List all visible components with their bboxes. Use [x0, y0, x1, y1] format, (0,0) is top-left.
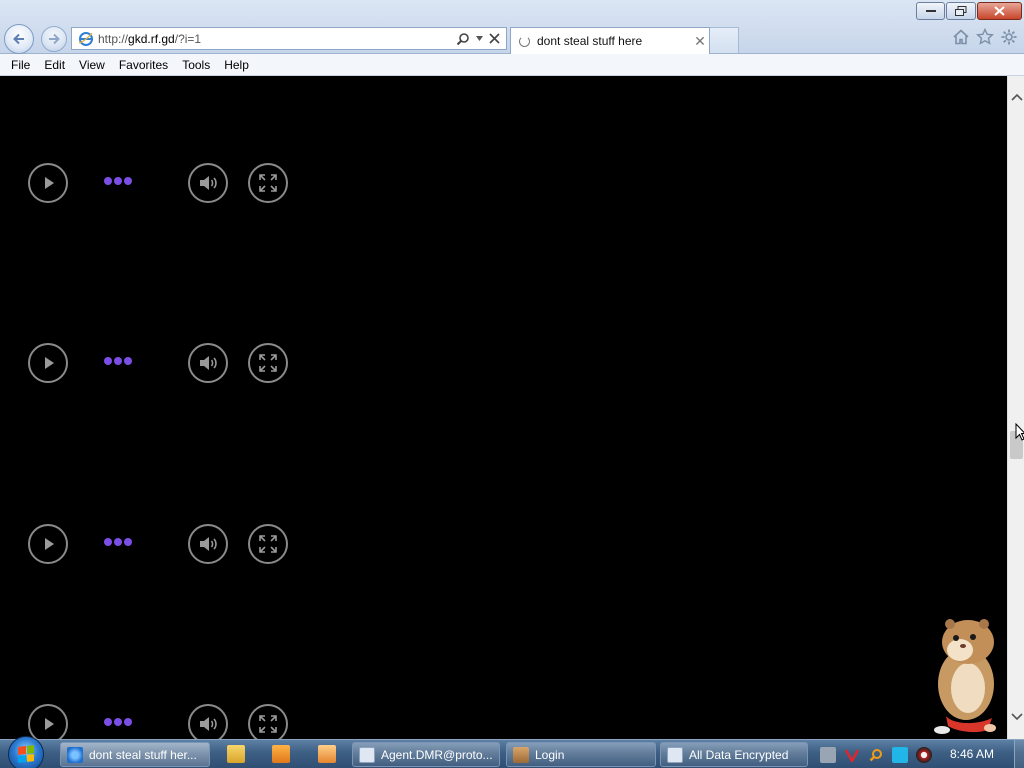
- restore-button[interactable]: [946, 2, 976, 20]
- search-icon[interactable]: [456, 32, 470, 46]
- taskbar-item-label: Agent.DMR@proto...: [381, 747, 493, 762]
- ie-page-icon: [78, 31, 94, 47]
- mouse-cursor-icon: [1015, 423, 1024, 441]
- browser-titlebar: http://gkd.rf.gd/?i=1 dont steal stuff h…: [0, 0, 1024, 54]
- new-tab-button[interactable]: [710, 27, 739, 53]
- app-icon[interactable]: [318, 745, 336, 763]
- back-button[interactable]: [4, 24, 34, 54]
- media-player-icon[interactable]: [272, 745, 290, 763]
- tab-title: dont steal stuff here: [537, 34, 643, 48]
- volume-button[interactable]: [188, 704, 228, 739]
- fullscreen-icon: [259, 354, 277, 372]
- tray-record-icon[interactable]: [916, 746, 932, 763]
- play-icon: [45, 538, 54, 550]
- star-icon[interactable]: [976, 28, 994, 46]
- fullscreen-icon: [259, 715, 277, 733]
- menu-tools[interactable]: Tools: [175, 58, 217, 72]
- chevron-up-icon: [1010, 93, 1023, 101]
- fullscreen-icon: [259, 174, 277, 192]
- play-button[interactable]: [28, 343, 68, 383]
- chevron-down-icon: [1010, 712, 1023, 720]
- tray-app-icon[interactable]: [820, 746, 836, 763]
- dancing-hamster-image: [934, 619, 996, 734]
- menu-help[interactable]: Help: [217, 58, 256, 72]
- video-player-1: [0, 163, 320, 203]
- fullscreen-icon: [259, 535, 277, 553]
- volume-button[interactable]: [188, 163, 228, 203]
- loading-dots-icon: [104, 718, 132, 726]
- show-desktop-button[interactable]: [1014, 740, 1024, 768]
- windows-logo-icon: [18, 745, 34, 763]
- taskbar-item-label: All Data Encrypted: [689, 747, 789, 762]
- tab-close-icon[interactable]: ✕: [691, 33, 709, 50]
- video-player-3: [0, 524, 320, 564]
- menu-favorites[interactable]: Favorites: [112, 58, 175, 72]
- close-window-button[interactable]: [977, 2, 1022, 20]
- start-button[interactable]: [8, 736, 44, 768]
- ie-icon: [67, 746, 83, 763]
- play-button[interactable]: [28, 704, 68, 739]
- gear-icon[interactable]: [1000, 28, 1018, 46]
- window-icon: [359, 746, 375, 763]
- tray-network-icon[interactable]: [892, 746, 908, 763]
- scroll-up-button[interactable]: [1008, 88, 1024, 105]
- forward-arrow-icon: [49, 33, 60, 45]
- fullscreen-button[interactable]: [248, 524, 288, 564]
- play-button[interactable]: [28, 524, 68, 564]
- menu-bar: File Edit View Favorites Tools Help: [0, 54, 1024, 76]
- taskbar-clock[interactable]: 8:46 AM: [950, 747, 994, 761]
- window-icon: [667, 746, 683, 763]
- close-window-icon: [994, 6, 1005, 16]
- video-player-4: [0, 704, 320, 739]
- minimize-icon: [925, 10, 936, 12]
- volume-button[interactable]: [188, 524, 228, 564]
- fullscreen-button[interactable]: [248, 163, 288, 203]
- speaker-icon: [200, 176, 217, 190]
- tray-search-icon[interactable]: [868, 747, 884, 763]
- back-arrow-icon: [13, 33, 24, 45]
- window-controls: [915, 2, 1022, 20]
- forward-button[interactable]: [41, 26, 67, 52]
- speaker-icon: [200, 537, 217, 551]
- minimize-button[interactable]: [916, 2, 945, 20]
- folder-icon[interactable]: [227, 745, 245, 763]
- tray-v-icon[interactable]: [844, 747, 860, 763]
- address-url[interactable]: http://gkd.rf.gd/?i=1: [98, 32, 456, 46]
- volume-button[interactable]: [188, 343, 228, 383]
- taskbar-item-agent[interactable]: Agent.DMR@proto...: [352, 742, 500, 767]
- fullscreen-button[interactable]: [248, 343, 288, 383]
- menu-view[interactable]: View: [72, 58, 112, 72]
- page-viewport: [0, 76, 1007, 739]
- app-icon: [513, 746, 529, 763]
- speaker-icon: [200, 717, 217, 731]
- dropdown-arrow-icon[interactable]: [476, 36, 483, 41]
- fullscreen-button[interactable]: [248, 704, 288, 739]
- address-bar[interactable]: http://gkd.rf.gd/?i=1: [71, 27, 507, 50]
- windows-taskbar: dont steal stuff her... Agent.DMR@proto.…: [0, 736, 1024, 768]
- loading-dots-icon: [104, 538, 132, 546]
- play-button[interactable]: [28, 163, 68, 203]
- taskbar-item-login[interactable]: Login: [506, 742, 656, 767]
- scroll-down-button[interactable]: [1008, 708, 1024, 725]
- taskbar-item-label: Login: [535, 747, 565, 762]
- loading-dots-icon: [104, 357, 132, 365]
- close-icon[interactable]: [489, 33, 500, 44]
- video-player-2: [0, 343, 320, 383]
- play-icon: [45, 718, 54, 730]
- browser-tab[interactable]: dont steal stuff here ✕: [510, 27, 710, 54]
- home-icon[interactable]: [952, 28, 970, 46]
- play-icon: [45, 177, 54, 189]
- menu-edit[interactable]: Edit: [37, 58, 72, 72]
- loading-dots-icon: [104, 177, 132, 185]
- restore-icon: [955, 6, 967, 16]
- taskbar-item-browser[interactable]: dont steal stuff her...: [60, 742, 210, 767]
- taskbar-item-label: dont steal stuff her...: [89, 747, 197, 762]
- speaker-icon: [200, 356, 217, 370]
- menu-file[interactable]: File: [4, 58, 37, 72]
- loading-icon: [519, 35, 530, 47]
- play-icon: [45, 357, 54, 369]
- taskbar-item-encrypted[interactable]: All Data Encrypted: [660, 742, 808, 767]
- vertical-scrollbar[interactable]: [1007, 76, 1024, 739]
